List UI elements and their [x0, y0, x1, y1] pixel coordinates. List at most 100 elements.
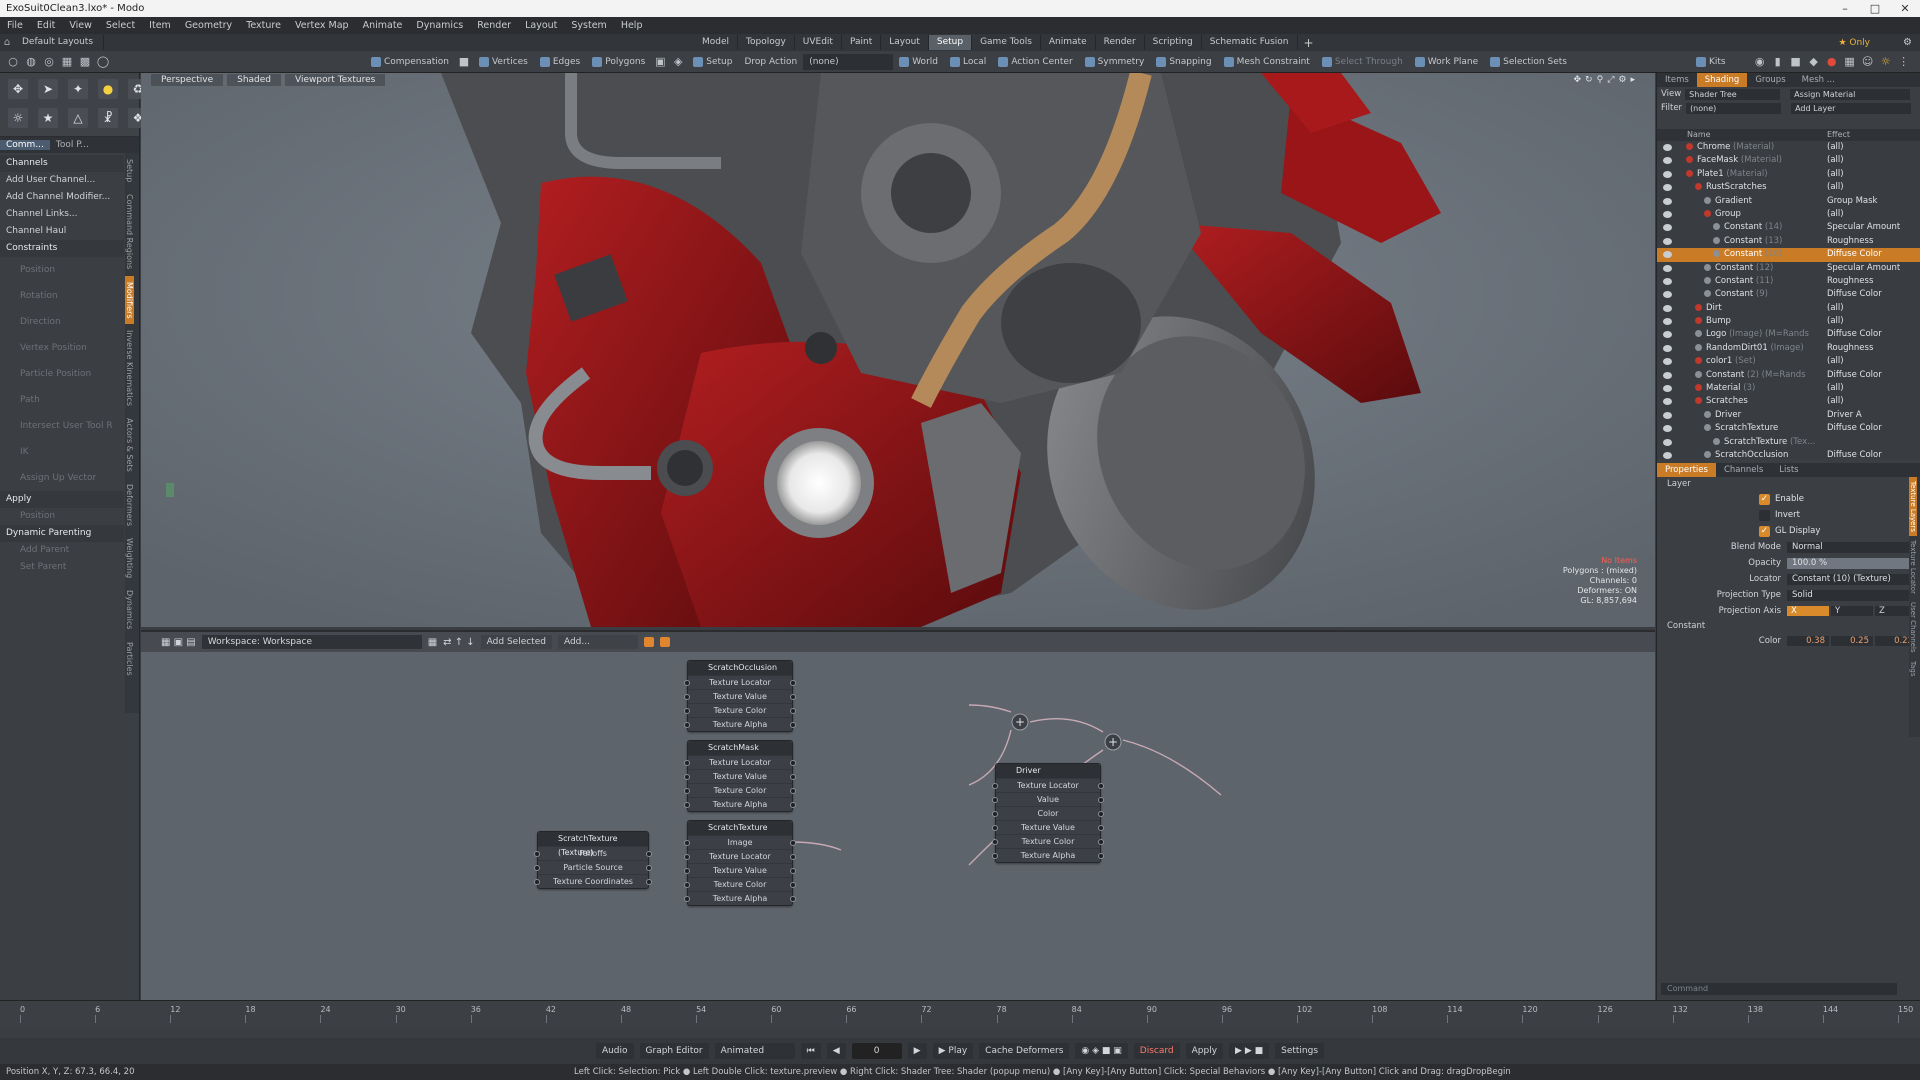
- home-icon[interactable]: ⌂: [0, 37, 14, 48]
- node-driver[interactable]: Driver Texture Locator Value Color Texture V…: [992, 763, 1104, 863]
- schematic-tool-icon[interactable]: ▦ ▣ ▤: [161, 637, 196, 648]
- visibility-eye-icon[interactable]: [1663, 224, 1672, 232]
- node-port[interactable]: Texture Value: [684, 863, 796, 877]
- input-port-icon[interactable]: [684, 708, 690, 714]
- render-icon[interactable]: ◉: [1752, 54, 1768, 70]
- layout-icon[interactable]: ▦: [1842, 54, 1858, 70]
- color-r-field[interactable]: 0.38: [1787, 636, 1829, 646]
- more-icon[interactable]: ⋮: [1896, 54, 1912, 70]
- bulb-icon[interactable]: ☼: [1878, 54, 1894, 70]
- tab-layout[interactable]: Layout: [881, 35, 929, 50]
- visibility-eye-icon[interactable]: [1663, 144, 1672, 151]
- command-row[interactable]: Particle Position: [0, 361, 124, 387]
- shader-tree-row[interactable]: color1 (Set) (all): [1657, 355, 1920, 368]
- drop-action-select[interactable]: (none): [803, 53, 894, 70]
- pivot-icon[interactable]: ◈: [670, 54, 686, 70]
- output-port-icon[interactable]: [790, 840, 796, 846]
- menu-item-layout[interactable]: Layout: [518, 20, 564, 31]
- timeline-ruler[interactable]: 0 6 12 18 24 30 36 42 48 54 60 66 72 78 84 90 96 102 108 11…: [20, 1003, 1913, 1027]
- command-row[interactable]: Channel Links...: [0, 206, 124, 223]
- tab-model[interactable]: Model: [694, 35, 739, 50]
- layer-effect[interactable]: (all): [1827, 141, 1844, 154]
- output-port-icon[interactable]: [790, 680, 796, 686]
- shader-tree-row[interactable]: FaceMask (Material) (all): [1657, 154, 1920, 167]
- node-port[interactable]: Texture Coordinates: [534, 874, 652, 888]
- shader-tree-row[interactable]: Chrome (Material) (all): [1657, 141, 1920, 154]
- view-select[interactable]: Shader Tree: [1685, 88, 1781, 100]
- viewport-shaded-tab[interactable]: Shaded: [227, 74, 282, 86]
- command-row[interactable]: Add Parent: [0, 542, 124, 559]
- local-button[interactable]: Local: [944, 54, 992, 70]
- command-row[interactable]: Constraints: [0, 240, 124, 257]
- output-port-icon[interactable]: [790, 694, 796, 700]
- snapping-button[interactable]: Snapping: [1150, 54, 1217, 70]
- shader-tree-row[interactable]: Constant (10) Diffuse Color: [1657, 248, 1920, 262]
- side-tab-tags[interactable]: Tags: [1909, 657, 1917, 681]
- rig-icon[interactable]: ☼: [8, 107, 28, 128]
- world-button[interactable]: World: [893, 54, 944, 70]
- kits-button[interactable]: Kits: [1690, 54, 1732, 70]
- output-port-icon[interactable]: [790, 774, 796, 780]
- viewport-perspective-tab[interactable]: Perspective: [151, 74, 224, 86]
- view-options-icon[interactable]: ⚙: [1618, 75, 1626, 85]
- input-port-icon[interactable]: [992, 825, 998, 831]
- node-port[interactable]: Texture Color: [684, 877, 796, 891]
- visibility-eye-icon[interactable]: [1663, 237, 1672, 245]
- only-button[interactable]: ★ Only: [1838, 38, 1870, 48]
- menu-item-system[interactable]: System: [564, 20, 613, 31]
- axis-y-button[interactable]: Y: [1831, 606, 1873, 616]
- prev-key-button[interactable]: ◀: [826, 1043, 846, 1059]
- layer-effect[interactable]: Group Mask: [1827, 195, 1877, 208]
- move-view-icon[interactable]: ✥: [1574, 75, 1582, 85]
- select-icon[interactable]: ○: [5, 54, 21, 70]
- layer-effect[interactable]: (all): [1827, 168, 1844, 181]
- input-port-icon[interactable]: [534, 865, 540, 871]
- layer-effect[interactable]: Diffuse Color: [1827, 328, 1882, 341]
- pose-icon[interactable]: ☧: [98, 107, 118, 128]
- command-row[interactable]: Channel Haul: [0, 223, 124, 240]
- output-port-icon[interactable]: [646, 865, 652, 871]
- node-port[interactable]: Texture Locator: [684, 849, 796, 863]
- output-port-icon[interactable]: [790, 722, 796, 728]
- tab-setup[interactable]: Setup: [928, 35, 973, 50]
- menu-item-dynamics[interactable]: Dynamics: [409, 20, 470, 31]
- layer-effect[interactable]: Diffuse Color: [1827, 288, 1882, 301]
- command-row[interactable]: Add Channel Modifier...: [0, 189, 124, 206]
- lasso-icon[interactable]: ◍: [23, 54, 39, 70]
- viewport-textures-tab[interactable]: Viewport Textures: [285, 74, 386, 86]
- deform-icon[interactable]: △: [68, 107, 88, 128]
- arrange-icon[interactable]: ⇄ ↑ ↓: [443, 637, 475, 648]
- visibility-eye-icon[interactable]: [1663, 251, 1672, 259]
- zoom-view-icon[interactable]: ⚲: [1597, 75, 1604, 85]
- shader-tree-row[interactable]: Bump (all): [1657, 315, 1920, 328]
- input-port-icon[interactable]: [684, 896, 690, 902]
- maximize-button[interactable]: □: [1860, 0, 1890, 17]
- input-port-icon[interactable]: [992, 839, 998, 845]
- record-controls-icon[interactable]: ▶ ▶ ■: [1229, 1043, 1270, 1059]
- polygons-button[interactable]: Polygons: [586, 54, 651, 70]
- layer-effect[interactable]: (all): [1827, 181, 1844, 194]
- frame-field[interactable]: 0: [851, 1043, 902, 1059]
- node-port[interactable]: Falloffs: [534, 846, 652, 860]
- name-column-header[interactable]: Name: [1687, 129, 1711, 141]
- axis-x-button[interactable]: X: [1787, 606, 1829, 616]
- layer-effect[interactable]: (all): [1827, 355, 1844, 368]
- command-row[interactable]: Position: [0, 257, 124, 283]
- shader-tree-row[interactable]: Scratches (all): [1657, 395, 1920, 408]
- close-button[interactable]: ✕: [1890, 0, 1920, 17]
- transform-icon[interactable]: ✥: [8, 79, 28, 99]
- layer-effect[interactable]: Diffuse Color: [1827, 422, 1882, 435]
- input-port-icon[interactable]: [684, 788, 690, 794]
- invert-checkbox[interactable]: [1759, 509, 1770, 521]
- command-row[interactable]: Add User Channel...: [0, 172, 124, 189]
- input-port-icon[interactable]: [684, 722, 690, 728]
- snap-icon[interactable]: ▩: [77, 54, 93, 70]
- item-mode-icon[interactable]: ▣: [652, 54, 668, 70]
- node-port[interactable]: Texture Alpha: [684, 891, 796, 905]
- opacity-slider[interactable]: 100.0 %: [1787, 557, 1917, 569]
- tab-properties[interactable]: Properties: [1657, 463, 1716, 477]
- paint-select-icon[interactable]: ◎: [41, 54, 57, 70]
- command-row[interactable]: Intersect User Tool R: [0, 413, 124, 439]
- command-row[interactable]: Dynamic Parenting: [0, 525, 124, 542]
- bone-icon[interactable]: ➤: [38, 79, 58, 99]
